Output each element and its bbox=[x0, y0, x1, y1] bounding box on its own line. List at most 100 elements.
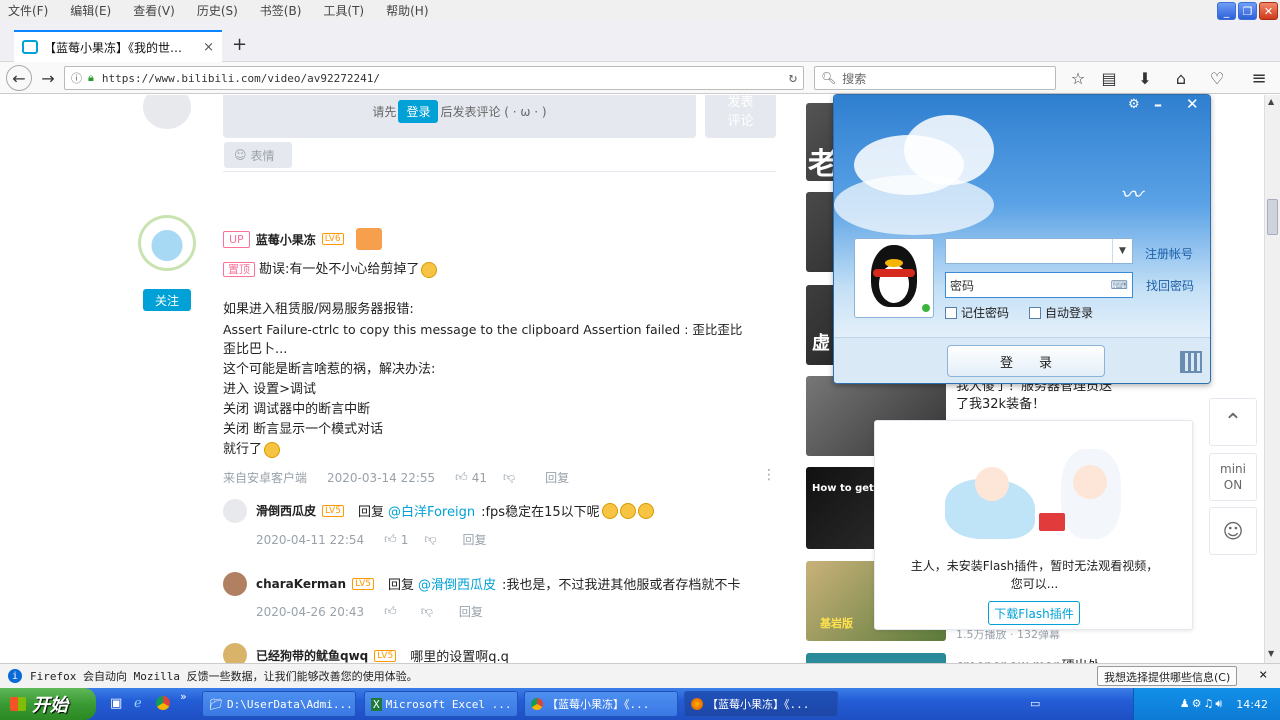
qq-close-button[interactable]: ✕ bbox=[1186, 95, 1199, 113]
account-dropdown-icon[interactable]: ▼ bbox=[1112, 239, 1132, 263]
task-label: Microsoft Excel ... bbox=[385, 697, 512, 711]
choose-data-button[interactable]: 我想选择提供哪些信息(C) bbox=[1097, 666, 1238, 686]
dislike-icon[interactable]: 👎︎ bbox=[503, 470, 515, 485]
login-prompt-post: 后发表评论 ( · ω · ) bbox=[440, 105, 547, 119]
keyboard-icon[interactable]: ⌨ bbox=[1111, 278, 1128, 292]
new-tab-button[interactable]: + bbox=[232, 34, 247, 55]
pocket-icon[interactable]: ♡ bbox=[1206, 67, 1228, 89]
menu-tools[interactable]: 工具(T) bbox=[323, 2, 364, 19]
reply-avatar[interactable] bbox=[223, 499, 247, 523]
task-label: 【蓝莓小果冻】《... bbox=[547, 698, 650, 711]
reply-mention[interactable]: @白洋Foreign bbox=[388, 501, 475, 520]
mascot-illustration bbox=[935, 439, 1135, 549]
menu-file[interactable]: 文件(F) bbox=[8, 2, 48, 19]
reply-username[interactable]: 已经狗带的鱿鱼qwq bbox=[256, 647, 368, 663]
video-thumbnail[interactable] bbox=[806, 653, 946, 663]
qq-password-input[interactable]: 密码 ⌨ bbox=[945, 272, 1133, 298]
download-flash-button[interactable]: 下载Flash插件 bbox=[988, 601, 1080, 625]
comment-username[interactable]: 蓝莓小果冻 bbox=[256, 231, 316, 248]
scroll-up-icon[interactable]: ▲ bbox=[1268, 97, 1274, 106]
forward-button[interactable]: → bbox=[36, 67, 60, 89]
quicklaunch-more-icon[interactable]: » bbox=[180, 690, 187, 703]
reload-icon[interactable]: ↻ bbox=[789, 70, 797, 86]
tray-icons[interactable]: ♟⚙♫🔊︎ bbox=[1180, 697, 1225, 711]
taskbar-item-excel[interactable]: X Microsoft Excel ... bbox=[364, 691, 518, 717]
reply-avatar[interactable] bbox=[223, 643, 247, 663]
login-button[interactable]: 登录 bbox=[398, 100, 439, 123]
windows-logo-icon bbox=[10, 697, 26, 711]
emoji-label: 表情 bbox=[250, 148, 275, 163]
like-count: 41 bbox=[471, 470, 487, 485]
menu-view[interactable]: 查看(V) bbox=[133, 2, 175, 19]
scroll-down-icon[interactable]: ▼ bbox=[1268, 649, 1274, 658]
reply-username[interactable]: charaKerman bbox=[256, 577, 346, 591]
vertical-scrollbar[interactable]: ▲ ▼ bbox=[1264, 95, 1280, 663]
reply-username[interactable]: 滑倒西瓜皮 bbox=[256, 502, 316, 519]
like-icon[interactable]: 👍︎ bbox=[455, 470, 468, 485]
comment-textarea[interactable]: 请先 登录 后发表评论 ( · ω · ) bbox=[223, 95, 696, 138]
scrollbar-thumb[interactable] bbox=[1267, 199, 1278, 235]
taskbar-item-firefox[interactable]: 【蓝莓小果冻】《... bbox=[684, 691, 838, 717]
search-input[interactable]: 🔍︎ 搜索 bbox=[814, 66, 1056, 90]
tab-close-icon[interactable]: × bbox=[203, 40, 214, 55]
video-title[interactable]: creeper aw man硬出处 bbox=[956, 655, 1101, 663]
back-to-top-button[interactable]: ⌃ bbox=[1209, 398, 1257, 446]
submit-comment-button[interactable]: 发表 评论 bbox=[705, 95, 776, 138]
menu-help[interactable]: 帮助(H) bbox=[386, 2, 428, 19]
windows-taskbar: 开始 ▣ ℯ » 📁︎ D:\UserData\Admi... X Microsof… bbox=[0, 688, 1280, 720]
customer-service-icon[interactable]: ☺ bbox=[1209, 507, 1257, 555]
back-button[interactable]: ← bbox=[6, 65, 32, 91]
window-close-button[interactable]: ✕ bbox=[1259, 2, 1278, 20]
settings-icon[interactable]: ⚙ bbox=[1128, 97, 1140, 112]
qq-account-input[interactable]: ▼ bbox=[945, 238, 1133, 264]
window-minimize-button[interactable]: _ bbox=[1217, 2, 1236, 20]
remember-password-checkbox[interactable] bbox=[945, 306, 957, 319]
ie-icon[interactable]: ℯ bbox=[134, 696, 142, 711]
download-icon[interactable]: ⬇ bbox=[1134, 67, 1156, 89]
url-bar[interactable]: ⓘ 🔒︎ https://www.bilibili.com/video/av92… bbox=[64, 66, 804, 90]
qq-logo-scribble: 〰 bbox=[1120, 183, 1143, 208]
home-icon[interactable]: ⌂ bbox=[1170, 67, 1192, 89]
reply-avatar[interactable] bbox=[223, 572, 247, 596]
video-title-line2[interactable]: 了我32k装备！ bbox=[956, 396, 1112, 414]
user-avatar[interactable] bbox=[138, 215, 196, 271]
more-options-icon[interactable]: ⋮ bbox=[762, 467, 776, 483]
reply-button[interactable]: 回复 bbox=[545, 469, 569, 486]
comment-line-1 bbox=[223, 280, 778, 300]
qq-login-button[interactable]: 登 录 bbox=[947, 345, 1105, 377]
window-maximize-button[interactable]: ❐ bbox=[1238, 2, 1257, 20]
reply-button[interactable]: 回复 bbox=[463, 531, 487, 548]
emoji-button[interactable]: ☺ 表情 bbox=[224, 142, 292, 168]
like-icon[interactable]: 👍︎ bbox=[384, 604, 397, 619]
recover-password-link[interactable]: 找回密码 bbox=[1146, 277, 1194, 294]
start-button[interactable]: 开始 bbox=[0, 688, 96, 720]
bookmark-star-icon[interactable]: ☆ bbox=[1067, 67, 1089, 89]
taskbar-item-folder[interactable]: 📁︎ D:\UserData\Admi... bbox=[202, 691, 356, 717]
dislike-icon[interactable]: 👎︎ bbox=[424, 532, 436, 547]
follow-button[interactable]: 关注 bbox=[143, 289, 191, 311]
auto-login-checkbox[interactable] bbox=[1029, 306, 1042, 319]
hamburger-menu-icon[interactable]: ≡ bbox=[1248, 67, 1270, 89]
notification-close-icon[interactable]: × bbox=[1259, 667, 1267, 683]
chrome-icon[interactable] bbox=[156, 696, 170, 710]
menu-history[interactable]: 历史(S) bbox=[197, 2, 238, 19]
dislike-icon[interactable]: 👎︎ bbox=[421, 604, 433, 619]
menu-bookmarks[interactable]: 书签(B) bbox=[260, 2, 302, 19]
register-account-link[interactable]: 注册帐号 bbox=[1145, 245, 1193, 262]
like-icon[interactable]: 👍︎ bbox=[384, 532, 397, 547]
password-placeholder: 密码 bbox=[950, 278, 975, 293]
qq-minimize-button[interactable]: – bbox=[1154, 95, 1162, 114]
menu-edit[interactable]: 编辑(E) bbox=[70, 2, 111, 19]
taskbar-item-chrome[interactable]: 【蓝莓小果冻】《... bbox=[524, 691, 678, 717]
browser-tab[interactable]: 【蓝莓小果冻】《我的世… × bbox=[14, 30, 222, 62]
keyboard-layout-icon[interactable]: ▭ bbox=[1030, 697, 1040, 710]
mini-player-toggle[interactable]: mini ON bbox=[1209, 453, 1257, 501]
show-desktop-icon[interactable]: ▣ bbox=[110, 696, 122, 711]
info-icon[interactable]: ⓘ bbox=[71, 70, 82, 86]
reply-mention[interactable]: @滑倒西瓜皮 bbox=[418, 574, 496, 593]
reply-button[interactable]: 回复 bbox=[459, 603, 483, 620]
qr-code-icon[interactable] bbox=[1180, 351, 1202, 373]
thumbnail-text: 基岩版 bbox=[820, 617, 853, 630]
qq-avatar[interactable] bbox=[854, 238, 934, 318]
library-icon[interactable]: ▤ bbox=[1098, 67, 1120, 89]
